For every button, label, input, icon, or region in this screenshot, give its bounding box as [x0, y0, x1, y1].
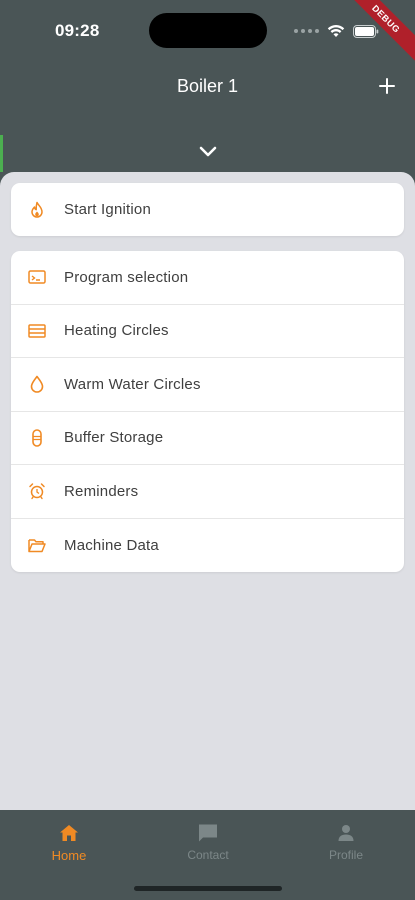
- nav-home[interactable]: Home: [19, 822, 119, 863]
- start-ignition-label: Start Ignition: [64, 201, 152, 219]
- menu-item-label: Buffer Storage: [64, 429, 164, 447]
- plus-icon: [379, 78, 395, 94]
- nav-contact[interactable]: Contact: [158, 822, 258, 862]
- menu-item-label: Heating Circles: [64, 322, 169, 340]
- home-indicator[interactable]: [134, 886, 282, 891]
- status-icons: [294, 22, 379, 40]
- water-drop-icon: [27, 374, 47, 394]
- status-time: 09:28: [55, 21, 100, 40]
- alarm-clock-icon: [27, 481, 47, 501]
- menu-item-label: Reminders: [64, 482, 139, 500]
- menu-item-program-selection[interactable]: Program selection: [11, 251, 404, 305]
- menu-item-heating-circles[interactable]: Heating Circles: [11, 305, 404, 358]
- battery-icon: [353, 24, 379, 38]
- nav-contact-label: Contact: [187, 848, 229, 862]
- menu-item-reminders[interactable]: Reminders: [11, 465, 404, 519]
- app-screen: 09:28 DEBUG Boiler 1 Start Ignition Prog…: [0, 0, 415, 900]
- content-sheet: Start Ignition Program selection Heating…: [0, 172, 415, 810]
- folder-open-icon: [27, 535, 47, 555]
- menu-item-buffer-storage[interactable]: Buffer Storage: [11, 412, 404, 465]
- person-icon: [334, 822, 358, 844]
- start-ignition-button[interactable]: Start Ignition: [11, 183, 404, 236]
- wifi-icon: [327, 25, 345, 37]
- page-title: Boiler 1: [176, 76, 239, 96]
- signal-icon: [294, 29, 319, 33]
- storage-tank-icon: [27, 428, 47, 448]
- menu-item-warm-water-circles[interactable]: Warm Water Circles: [11, 358, 404, 412]
- ignition-card: Start Ignition: [11, 183, 404, 236]
- menu-item-machine-data[interactable]: Machine Data: [11, 519, 404, 573]
- boiler-menu-card: Program selection Heating Circles Warm W…: [11, 251, 404, 572]
- radiator-icon: [27, 321, 47, 341]
- status-bar: 09:28 DEBUG: [0, 0, 415, 65]
- flame-icon: [27, 200, 47, 220]
- program-window-icon: [27, 267, 47, 287]
- chevron-down-icon: [199, 146, 217, 157]
- app-bar: Boiler 1: [0, 62, 415, 172]
- menu-item-label: Program selection: [64, 268, 189, 286]
- dynamic-island: [149, 13, 267, 48]
- nav-profile[interactable]: Profile: [296, 822, 396, 862]
- add-button[interactable]: [373, 72, 401, 100]
- chat-icon: [196, 822, 220, 844]
- collapse-toggle[interactable]: [194, 140, 222, 162]
- nav-home-label: Home: [51, 848, 87, 863]
- edge-accent: [0, 135, 3, 172]
- menu-item-label: Machine Data: [64, 536, 159, 554]
- home-icon: [57, 822, 81, 844]
- nav-profile-label: Profile: [328, 848, 363, 862]
- menu-item-label: Warm Water Circles: [64, 375, 201, 393]
